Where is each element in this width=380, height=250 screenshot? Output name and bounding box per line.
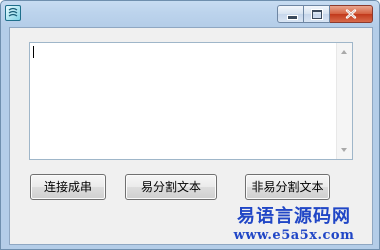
- client-area: 连接成串 易分割文本 非易分割文本 易语言源码网 www.e5a5x.com: [9, 27, 373, 245]
- title-bar[interactable]: [1, 1, 379, 27]
- app-window: 连接成串 易分割文本 非易分割文本 易语言源码网 www.e5a5x.com: [0, 0, 380, 250]
- edit-textbox[interactable]: [29, 42, 353, 160]
- connect-string-button[interactable]: 连接成串: [30, 174, 106, 200]
- maximize-button[interactable]: [304, 5, 330, 23]
- minimize-button[interactable]: [277, 5, 304, 23]
- app-icon: [5, 5, 21, 21]
- non-split-text-button[interactable]: 非易分割文本: [245, 174, 330, 200]
- close-icon: [345, 9, 357, 19]
- scroll-down-icon[interactable]: [341, 148, 347, 152]
- close-button[interactable]: [330, 5, 373, 23]
- watermark-title: 易语言源码网: [237, 206, 351, 227]
- split-text-button[interactable]: 易分割文本: [125, 174, 217, 200]
- watermark-url: www.e5a5x.com: [233, 228, 355, 243]
- window-controls: [277, 5, 373, 23]
- scroll-up-icon[interactable]: [341, 50, 347, 54]
- text-caret: [33, 46, 34, 58]
- vertical-scrollbar[interactable]: [336, 43, 352, 159]
- minimize-icon: [287, 15, 298, 20]
- maximize-icon: [311, 9, 323, 20]
- watermark: 易语言源码网 www.e5a5x.com: [220, 206, 368, 244]
